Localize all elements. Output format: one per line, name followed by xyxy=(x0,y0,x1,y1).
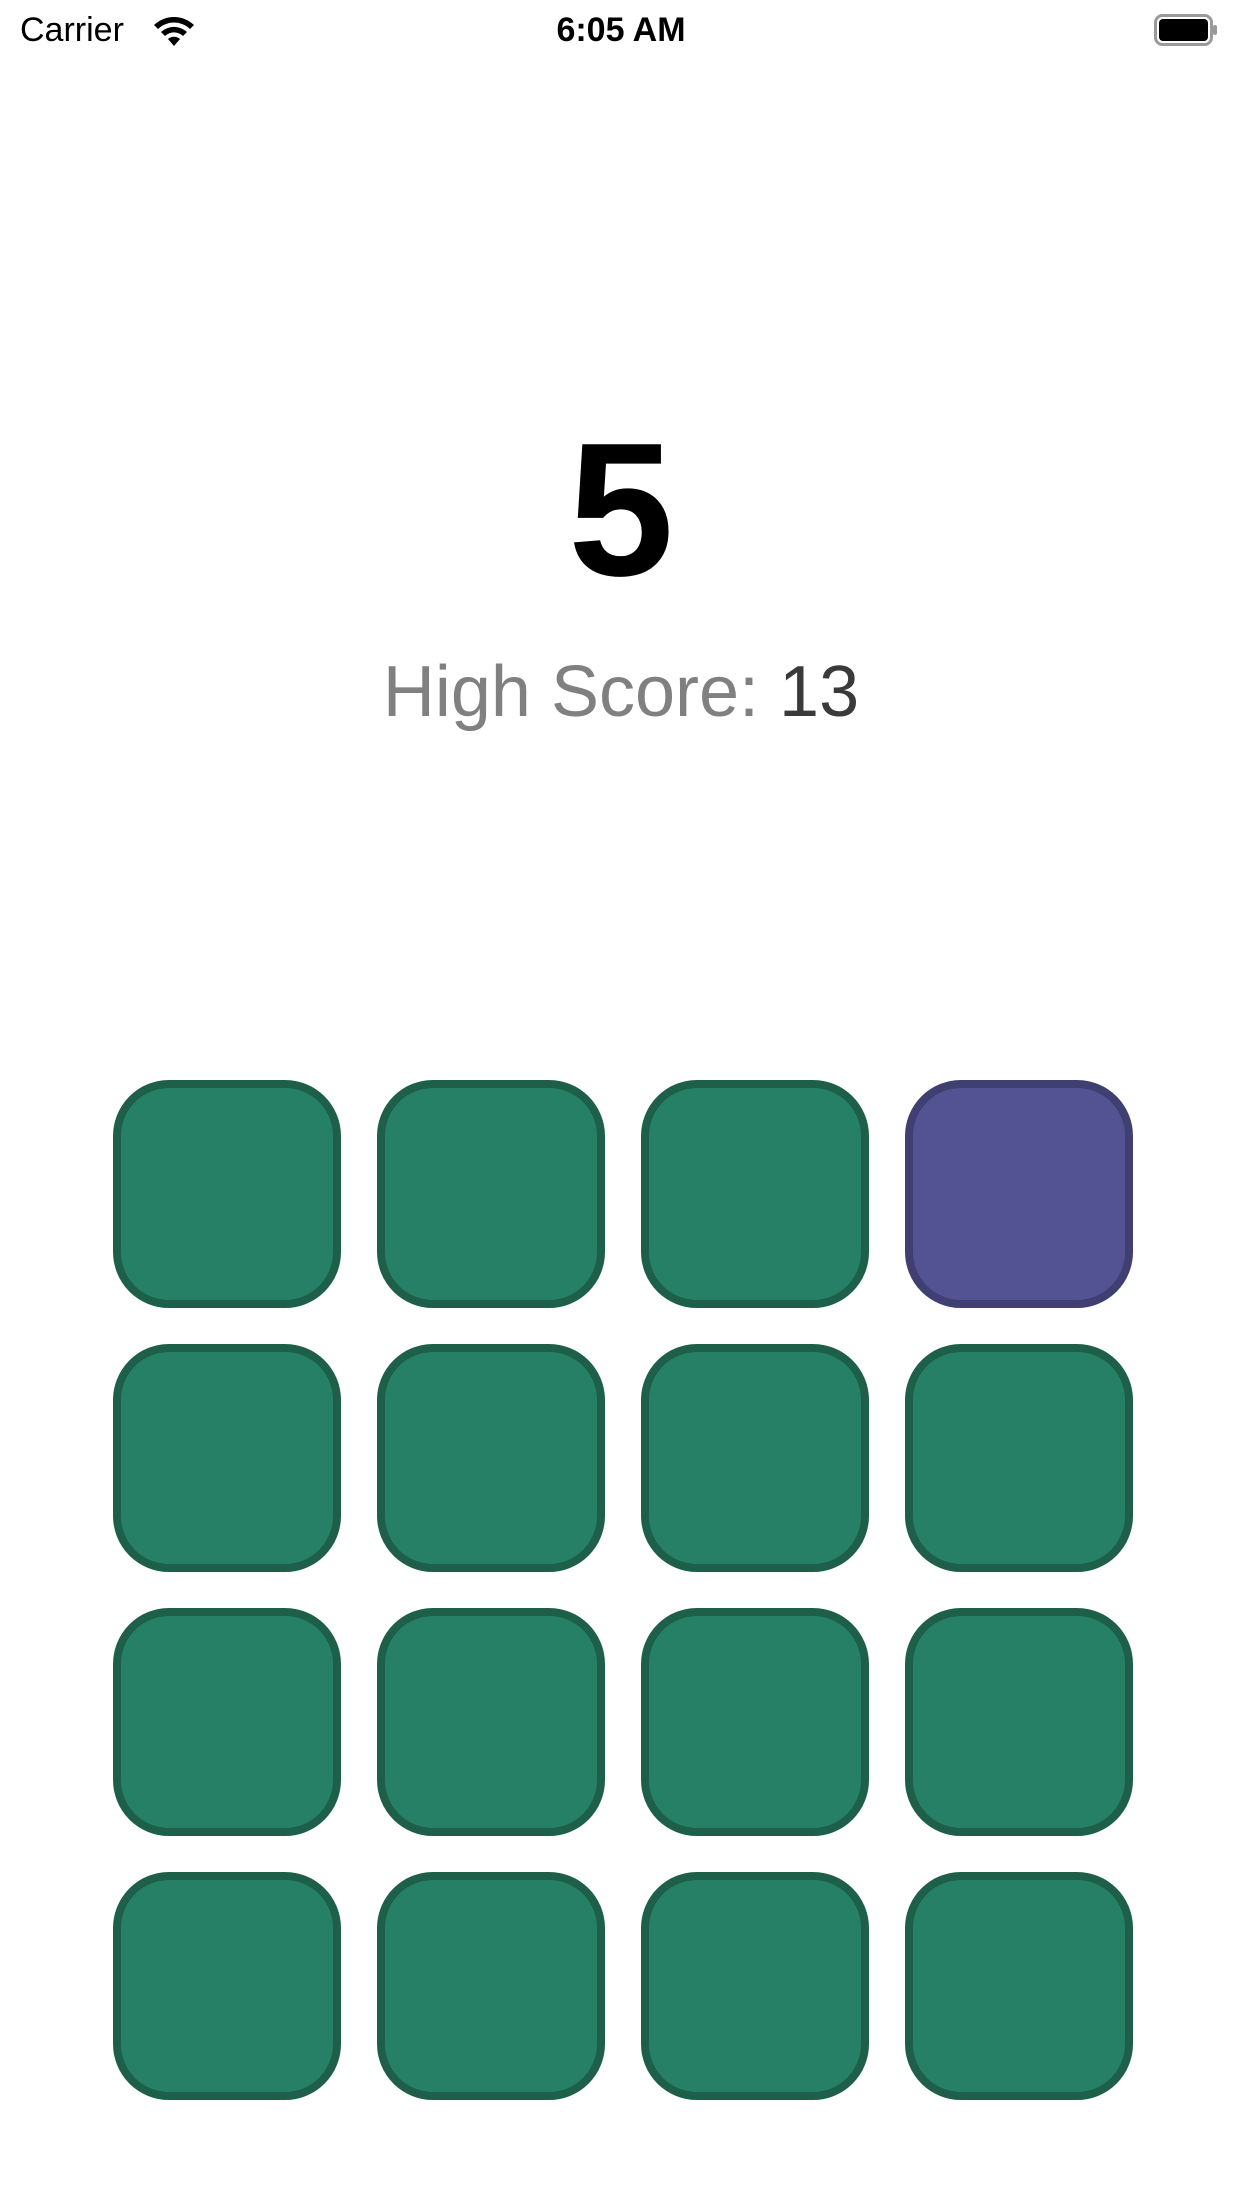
tile[interactable] xyxy=(113,1344,341,1572)
tile[interactable] xyxy=(377,1872,605,2100)
tile[interactable] xyxy=(641,1344,869,1572)
tile[interactable] xyxy=(113,1608,341,1836)
tile[interactable] xyxy=(641,1080,869,1308)
tile-lit[interactable] xyxy=(905,1080,1133,1308)
tile[interactable] xyxy=(113,1872,341,2100)
current-score: 5 xyxy=(568,404,674,616)
tile[interactable] xyxy=(377,1080,605,1308)
high-score-label: High Score: xyxy=(382,652,760,732)
status-bar: Carrier 6:05 AM xyxy=(0,0,1242,60)
tile[interactable] xyxy=(641,1608,869,1836)
tile[interactable] xyxy=(377,1344,605,1572)
battery-icon xyxy=(1154,14,1217,46)
high-score: High Score: 13 xyxy=(0,650,1242,734)
tile[interactable] xyxy=(905,1608,1133,1836)
high-score-value: 13 xyxy=(779,652,860,732)
tile[interactable] xyxy=(113,1080,341,1308)
status-time: 6:05 AM xyxy=(556,11,686,49)
tile[interactable] xyxy=(641,1872,869,2100)
tile-grid xyxy=(113,1080,1133,2100)
tile[interactable] xyxy=(905,1872,1133,2100)
tile[interactable] xyxy=(377,1608,605,1836)
tile[interactable] xyxy=(905,1344,1133,1572)
